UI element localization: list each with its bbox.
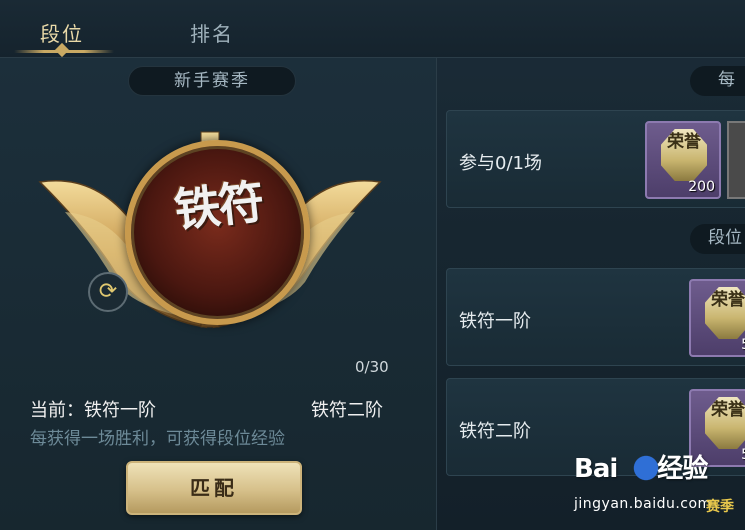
honor-medal-icon: 荣誉 [705,397,745,449]
rank-progress: 0/30 [355,358,389,376]
baidu-jingyan-watermark: Bai 经验 jingyan.baidu.com 赛季 [574,444,745,524]
watermark-season-fragment: 赛季 [706,499,734,515]
watermark-logo-suffix: 经验 [657,454,708,484]
participate-label: 参与0/1场 [459,153,542,174]
watermark-url: jingyan.baidu.com [574,496,712,512]
watermark-logo: Bai 经验 [574,448,708,485]
tier2-label: 铁符二阶 [459,421,531,442]
match-button[interactable]: 匹配 [126,461,302,515]
tier1-reward-row: 铁符一阶 荣誉 50 [446,268,745,366]
rank-hint-text: 每获得一场胜利，可获得段位经验 [30,429,285,449]
locked-reward-card[interactable] [727,121,745,199]
participate-reward-row: 参与0/1场 荣誉 200 [446,110,745,208]
season-title: 新手赛季 [128,66,296,96]
reward-amount: 50 [741,337,745,353]
tab-leaderboard[interactable]: 排名 [190,18,234,47]
watermark-logo-text: Bai [574,454,618,484]
honor-medal-icon: 荣誉 [705,287,745,339]
top-tab-bar: 段位 排名 [0,0,745,58]
participate-reward-card[interactable]: 荣誉 200 [645,121,721,199]
tier-reward-title: 段位 [690,224,745,254]
current-rank-label: 当前：铁符一阶 [30,400,156,421]
tier1-label: 铁符一阶 [459,311,531,332]
daily-reward-title: 每 [690,66,745,96]
next-rank-label: 铁符二阶 [311,400,383,421]
reward-amount: 200 [688,179,715,195]
refresh-icon[interactable]: ⟳ [88,272,128,312]
honor-medal-icon: 荣誉 [661,129,707,181]
tier1-reward-card[interactable]: 荣誉 50 [689,279,745,357]
rank-emblem-title: 铁符 [171,174,265,238]
rank-emblem: 铁符 [35,122,385,342]
